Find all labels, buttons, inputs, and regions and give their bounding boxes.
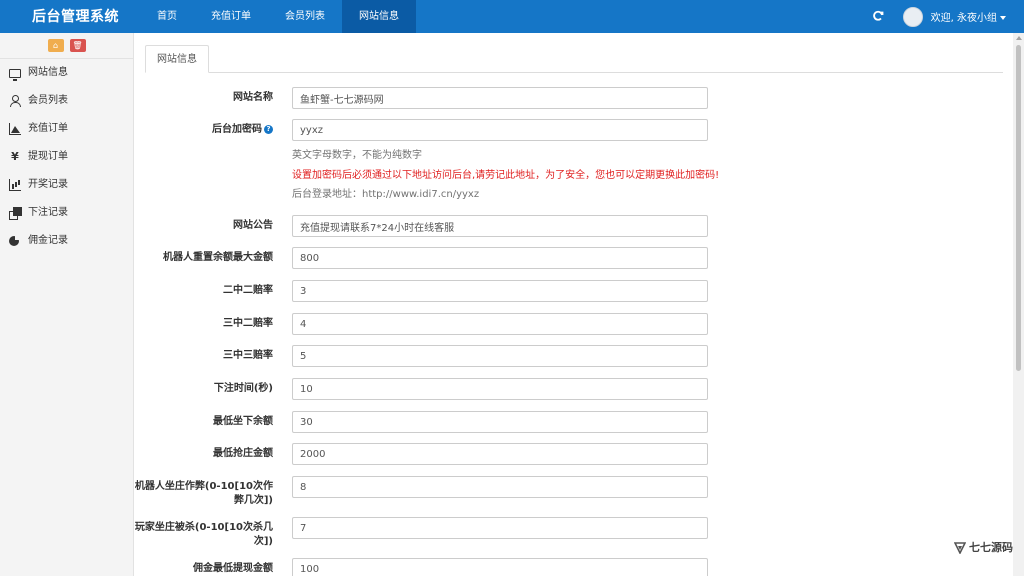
user-name-label: 欢迎, 永夜小组 xyxy=(930,13,997,24)
user-menu[interactable]: 欢迎, 永夜小组 xyxy=(931,9,1006,24)
sidebar-shortcuts: ⌂ 🗑 xyxy=(0,33,133,59)
rate-22-label: 二中二赔率 xyxy=(223,285,273,296)
admin-code-warning: 设置加密码后必须通过以下地址访问后台,请劳记此地址，为了安全，您也可以定期更换此… xyxy=(292,170,720,181)
player-kill-label-line2: 次]) xyxy=(253,536,273,547)
sidebar: ⌂ 🗑 网站信息 会员列表 充值订单 ¥ 提现订单 开奖记录 下注记录 佣金记录 xyxy=(0,33,134,576)
watermark: 七七源码 xyxy=(954,542,1013,554)
sidebar-item-label: 提现订单 xyxy=(28,151,68,162)
brand-title: 后台管理系统 xyxy=(32,9,119,25)
sidebar-item-label: 下注记录 xyxy=(28,207,68,218)
rate-33-input[interactable] xyxy=(292,345,708,367)
player-kill-label-line1: 玩家坐庄被杀(0-10[10次杀几 xyxy=(134,522,273,533)
min-sit-input[interactable] xyxy=(292,411,708,433)
notice-label: 网站公告 xyxy=(233,220,273,231)
avatar[interactable] xyxy=(902,6,923,27)
admin-code-hint: 英文字母数字，不能为纯数字 xyxy=(292,150,422,161)
bet-time-input[interactable] xyxy=(292,378,708,400)
refresh-icon[interactable] xyxy=(871,10,885,24)
min-banker-input[interactable] xyxy=(292,443,708,465)
admin-code-input[interactable] xyxy=(292,119,708,141)
rate-33-label: 三中三赔率 xyxy=(223,350,273,361)
admin-code-label-text: 后台加密码 xyxy=(212,124,262,135)
player-kill-input[interactable] xyxy=(292,517,708,539)
nav-item-site-info[interactable]: 网站信息 xyxy=(342,0,416,33)
user-icon xyxy=(9,95,21,107)
scroll-thumb[interactable] xyxy=(1016,45,1021,371)
notice-input[interactable] xyxy=(292,215,708,237)
sidebar-item-member-list[interactable]: 会员列表 xyxy=(0,87,133,115)
trash-icon: 🗑 xyxy=(72,41,83,50)
nav-user-area: 欢迎, 永夜小组 xyxy=(871,0,1006,33)
scrollbar[interactable] xyxy=(1013,33,1024,576)
sidebar-item-bet-records[interactable]: 下注记录 xyxy=(0,199,133,227)
watermark-logo-icon xyxy=(954,542,966,554)
nav-item-recharge-orders[interactable]: 充值订单 xyxy=(194,0,268,33)
tab-site-info[interactable]: 网站信息 xyxy=(145,45,209,73)
main-content: 网站信息 网站名称 后台加密码? 英文字母数字，不能为纯数字 设置加密码后必须通… xyxy=(135,33,1013,576)
area-chart-icon xyxy=(9,123,21,135)
robot-max-label: 机器人重置余额最大金额 xyxy=(163,252,273,263)
sidebar-item-label: 网站信息 xyxy=(28,67,68,78)
robot-cheat-label-line2: 弊几次]) xyxy=(233,495,273,506)
caret-down-icon xyxy=(1000,16,1006,20)
sidebar-item-label: 佣金记录 xyxy=(28,235,68,246)
top-navbar: 后台管理系统 首页 充值订单 会员列表 网站信息 欢迎, 永夜小组 xyxy=(0,0,1024,33)
monitor-icon xyxy=(9,68,21,81)
nav-item-member-list[interactable]: 会员列表 xyxy=(268,0,342,33)
bar-chart-icon xyxy=(9,179,21,191)
site-name-input[interactable] xyxy=(292,87,708,109)
rate-32-input[interactable] xyxy=(292,313,708,335)
sidebar-item-site-info[interactable]: 网站信息 xyxy=(0,59,133,87)
nav-item-home[interactable]: 首页 xyxy=(140,0,194,33)
pie-chart-icon xyxy=(9,235,21,247)
sidebar-menu: 网站信息 会员列表 充值订单 ¥ 提现订单 开奖记录 下注记录 佣金记录 xyxy=(0,59,133,255)
rate-32-label: 三中二赔率 xyxy=(223,318,273,329)
sidebar-item-label: 会员列表 xyxy=(28,95,68,106)
site-name-label: 网站名称 xyxy=(233,92,273,103)
rate-22-input[interactable] xyxy=(292,280,708,302)
home-button[interactable]: ⌂ xyxy=(47,39,64,52)
watermark-text-block: 七七源码 xyxy=(969,542,1013,554)
sidebar-item-label: 充值订单 xyxy=(28,123,68,134)
delete-button[interactable]: 🗑 xyxy=(69,39,86,52)
min-commission-label: 佣金最低提现金额 xyxy=(193,563,273,574)
min-banker-label: 最低抢庄金额 xyxy=(213,448,273,459)
sidebar-item-draw-records[interactable]: 开奖记录 xyxy=(0,171,133,199)
question-icon[interactable]: ? xyxy=(264,125,273,134)
bet-time-label: 下注时间(秒) xyxy=(213,383,273,394)
robot-cheat-label-line1: 机器人坐庄作弊(0-10[10次作 xyxy=(134,481,273,492)
sidebar-item-recharge-orders[interactable]: 充值订单 xyxy=(0,115,133,143)
player-kill-label: 玩家坐庄被杀(0-10[10次杀几次]) xyxy=(133,521,273,549)
sidebar-item-label: 开奖记录 xyxy=(28,179,68,190)
watermark-text: 七七源码 xyxy=(969,541,1013,554)
clone-icon xyxy=(9,207,22,220)
robot-cheat-label: 机器人坐庄作弊(0-10[10次作弊几次]) xyxy=(133,480,273,508)
robot-max-input[interactable] xyxy=(292,247,708,269)
sidebar-item-commission-records[interactable]: 佣金记录 xyxy=(0,227,133,255)
sidebar-item-withdraw-orders[interactable]: ¥ 提现订单 xyxy=(0,143,133,171)
home-icon: ⌂ xyxy=(52,41,59,50)
yen-icon: ¥ xyxy=(11,150,19,163)
admin-code-label: 后台加密码? xyxy=(133,123,273,137)
robot-cheat-input[interactable] xyxy=(292,476,708,498)
top-nav: 首页 充值订单 会员列表 网站信息 xyxy=(140,0,416,33)
min-sit-label: 最低坐下余额 xyxy=(213,416,273,427)
min-commission-input[interactable] xyxy=(292,558,708,576)
scroll-up-arrow-icon[interactable] xyxy=(1016,36,1022,40)
admin-login-url: 后台登录地址：http://www.idi7.cn/yyxz xyxy=(292,189,480,200)
tab-bar: 网站信息 xyxy=(145,45,1003,73)
